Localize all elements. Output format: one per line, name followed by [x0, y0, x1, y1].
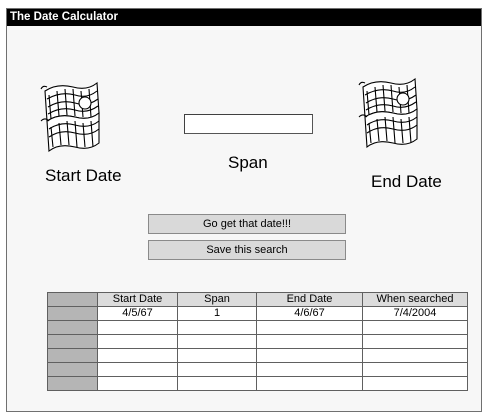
span-input[interactable] [184, 114, 313, 134]
save-search-button[interactable]: Save this search [148, 240, 346, 260]
search-history-table: Start Date Span End Date When searched 4… [47, 292, 468, 391]
cell-when-searched[interactable] [362, 348, 468, 363]
end-date-label: End Date [371, 172, 442, 191]
go-get-date-button[interactable]: Go get that date!!! [148, 214, 346, 234]
cell-start-date[interactable] [97, 348, 178, 363]
cell-when-searched[interactable] [362, 376, 468, 391]
table-row[interactable] [47, 320, 468, 335]
cell-end-date[interactable] [256, 376, 363, 391]
cell-end-date[interactable]: 4/6/67 [256, 306, 363, 321]
row-selector[interactable] [47, 376, 98, 391]
cell-span[interactable] [177, 376, 257, 391]
cell-when-searched[interactable] [362, 362, 468, 377]
start-date-label: Start Date [45, 166, 122, 185]
column-header-start-date[interactable]: Start Date [97, 292, 178, 307]
cell-start-date[interactable] [97, 334, 178, 349]
row-selector[interactable] [47, 306, 98, 321]
cell-span[interactable]: 1 [177, 306, 257, 321]
row-selector[interactable] [47, 320, 98, 335]
row-selector[interactable] [47, 362, 98, 377]
table-row[interactable] [47, 362, 468, 377]
table-row[interactable] [47, 376, 468, 391]
cell-start-date[interactable] [97, 320, 178, 335]
cell-span[interactable] [177, 362, 257, 377]
start-calendar-icon [40, 81, 100, 153]
cell-span[interactable] [177, 320, 257, 335]
span-label: Span [228, 153, 268, 172]
cell-when-searched[interactable]: 7/4/2004 [362, 306, 468, 321]
cell-when-searched[interactable] [362, 320, 468, 335]
table-row[interactable] [47, 348, 468, 363]
row-selector-header [47, 292, 98, 307]
table-row[interactable]: 4/5/67 1 4/6/67 7/4/2004 [47, 306, 468, 321]
cell-when-searched[interactable] [362, 334, 468, 349]
column-header-when-searched[interactable]: When searched [362, 292, 468, 307]
cell-end-date[interactable] [256, 334, 363, 349]
cell-start-date[interactable] [97, 362, 178, 377]
column-header-end-date[interactable]: End Date [256, 292, 363, 307]
cell-start-date[interactable] [97, 376, 178, 391]
window-title: The Date Calculator [7, 9, 481, 26]
cell-end-date[interactable] [256, 362, 363, 377]
row-selector[interactable] [47, 334, 98, 349]
row-selector[interactable] [47, 348, 98, 363]
cell-span[interactable] [177, 348, 257, 363]
end-calendar-icon [358, 77, 418, 149]
cell-end-date[interactable] [256, 348, 363, 363]
cell-end-date[interactable] [256, 320, 363, 335]
column-header-span[interactable]: Span [177, 292, 257, 307]
date-calculator-window: The Date Calculator Start Date Span End … [6, 8, 482, 412]
table-header-row: Start Date Span End Date When searched [47, 292, 468, 307]
cell-start-date[interactable]: 4/5/67 [97, 306, 178, 321]
cell-span[interactable] [177, 334, 257, 349]
table-row[interactable] [47, 334, 468, 349]
